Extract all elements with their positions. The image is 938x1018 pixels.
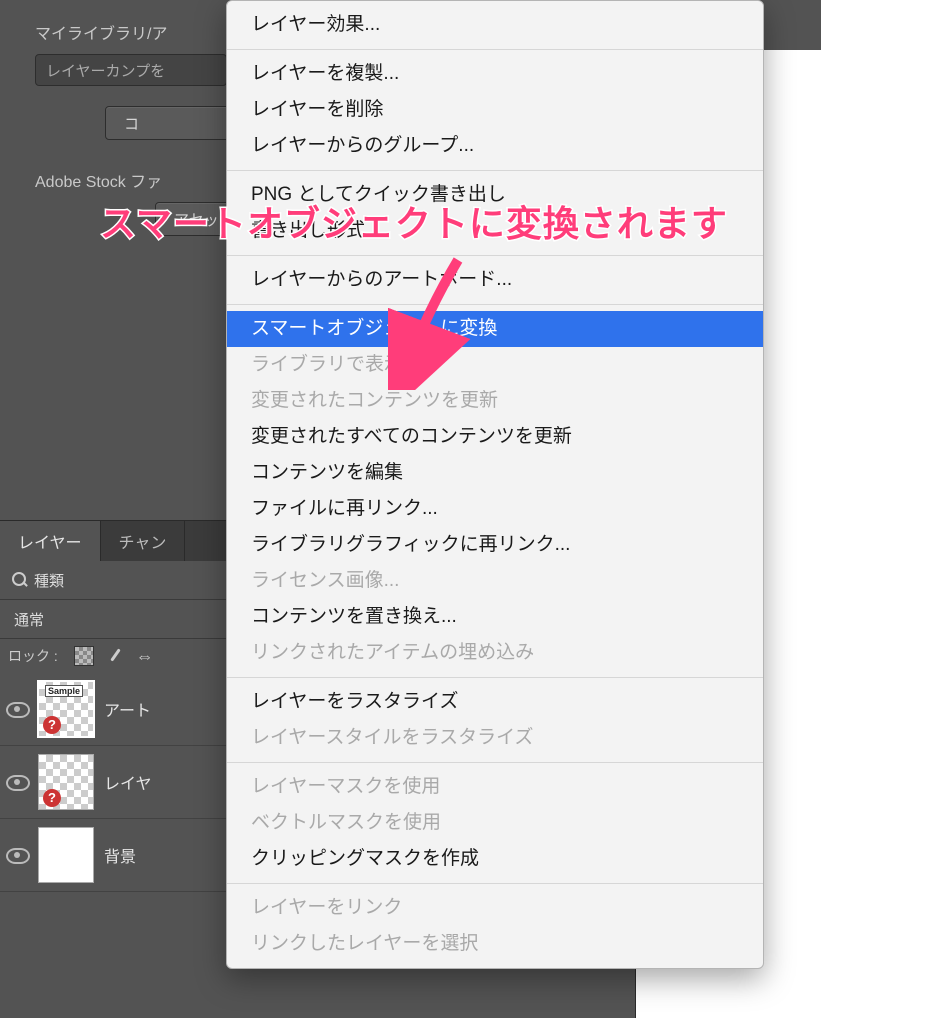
menu-item[interactable]: レイヤー効果... [227,7,763,43]
lock-position-icon[interactable]: ⇔ [136,647,154,665]
annotation-text: スマートオブジェクトに変換されます [100,195,728,247]
annotation-arrow-icon [388,250,498,390]
layers-panel: レイヤー チャン 種類 通常 ロック : ⇔ Sample? アート? レイヤ背景 [0,520,233,1018]
filter-kind-label[interactable]: 種類 [34,570,64,591]
layer-list: Sample? アート? レイヤ背景 [0,673,233,892]
menu-item: レイヤーをリンク [227,890,763,926]
menu-item: リンクされたアイテムの埋め込み [227,635,763,671]
menu-item[interactable]: ライブラリグラフィックに再リンク... [227,527,763,563]
layer-name-label[interactable]: アート [104,697,151,721]
menu-item[interactable]: クリッピングマスクを作成 [227,841,763,877]
layercomp-dropdown-text: レイヤーカンプを [46,60,165,81]
menu-separator [227,677,763,678]
menu-item[interactable]: コンテンツを置き換え... [227,599,763,635]
menu-item[interactable]: レイヤーを削除 [227,92,763,128]
layer-filter-row: 種類 [0,561,233,600]
menu-item[interactable]: レイヤーからのグループ... [227,128,763,164]
tab-layers-label: レイヤー [18,529,82,553]
menu-item[interactable]: 変更されたすべてのコンテンツを更新 [227,419,763,455]
menu-item: リンクしたレイヤーを選択 [227,926,763,962]
warning-badge-icon: ? [43,789,61,807]
lock-transparency-icon[interactable] [74,646,94,666]
tab-layers[interactable]: レイヤー [0,521,101,561]
menu-separator [227,762,763,763]
menu-item[interactable]: ファイルに再リンク... [227,491,763,527]
blend-mode-dropdown[interactable]: 通常 [0,600,233,639]
menu-separator [227,883,763,884]
top-button-1-label: コ [124,113,139,134]
tab-channels[interactable]: チャン [101,521,186,561]
layer-context-menu: レイヤー効果... レイヤーを複製...レイヤーを削除レイヤーからのグループ...… [226,0,764,969]
layer-row[interactable]: Sample? アート [0,673,233,746]
menu-item: レイヤーマスクを使用 [227,769,763,805]
warning-badge-icon: ? [43,716,61,734]
lock-controls: ロック : ⇔ [0,639,233,673]
menu-item: レイヤースタイルをラスタライズ [227,720,763,756]
menu-item: ライセンス画像... [227,563,763,599]
lock-pixels-icon[interactable] [106,647,124,665]
lock-label: ロック : [8,646,58,666]
layer-row[interactable]: ? レイヤ [0,746,233,819]
layer-name-label[interactable]: 背景 [104,843,136,867]
menu-separator [227,49,763,50]
tab-channels-label: チャン [119,529,167,553]
blend-mode-value: 通常 [14,609,44,630]
sample-tag: Sample [45,685,83,697]
layer-thumbnail[interactable]: ? [38,754,94,810]
menu-item[interactable]: レイヤーをラスタライズ [227,684,763,720]
menu-item[interactable]: レイヤーを複製... [227,56,763,92]
menu-item[interactable]: コンテンツを編集 [227,455,763,491]
layer-name-label[interactable]: レイヤ [104,770,152,794]
menu-item: ベクトルマスクを使用 [227,805,763,841]
search-icon [12,572,28,588]
visibility-eye-icon[interactable] [6,847,28,863]
visibility-eye-icon[interactable] [6,774,28,790]
layer-row[interactable]: 背景 [0,819,233,892]
panel-tabs: レイヤー チャン [0,521,233,561]
layer-thumbnail[interactable]: Sample? [38,681,94,737]
menu-separator [227,170,763,171]
visibility-eye-icon[interactable] [6,701,28,717]
layercomp-dropdown[interactable]: レイヤーカンプを [35,54,227,86]
layer-thumbnail[interactable] [38,827,94,883]
